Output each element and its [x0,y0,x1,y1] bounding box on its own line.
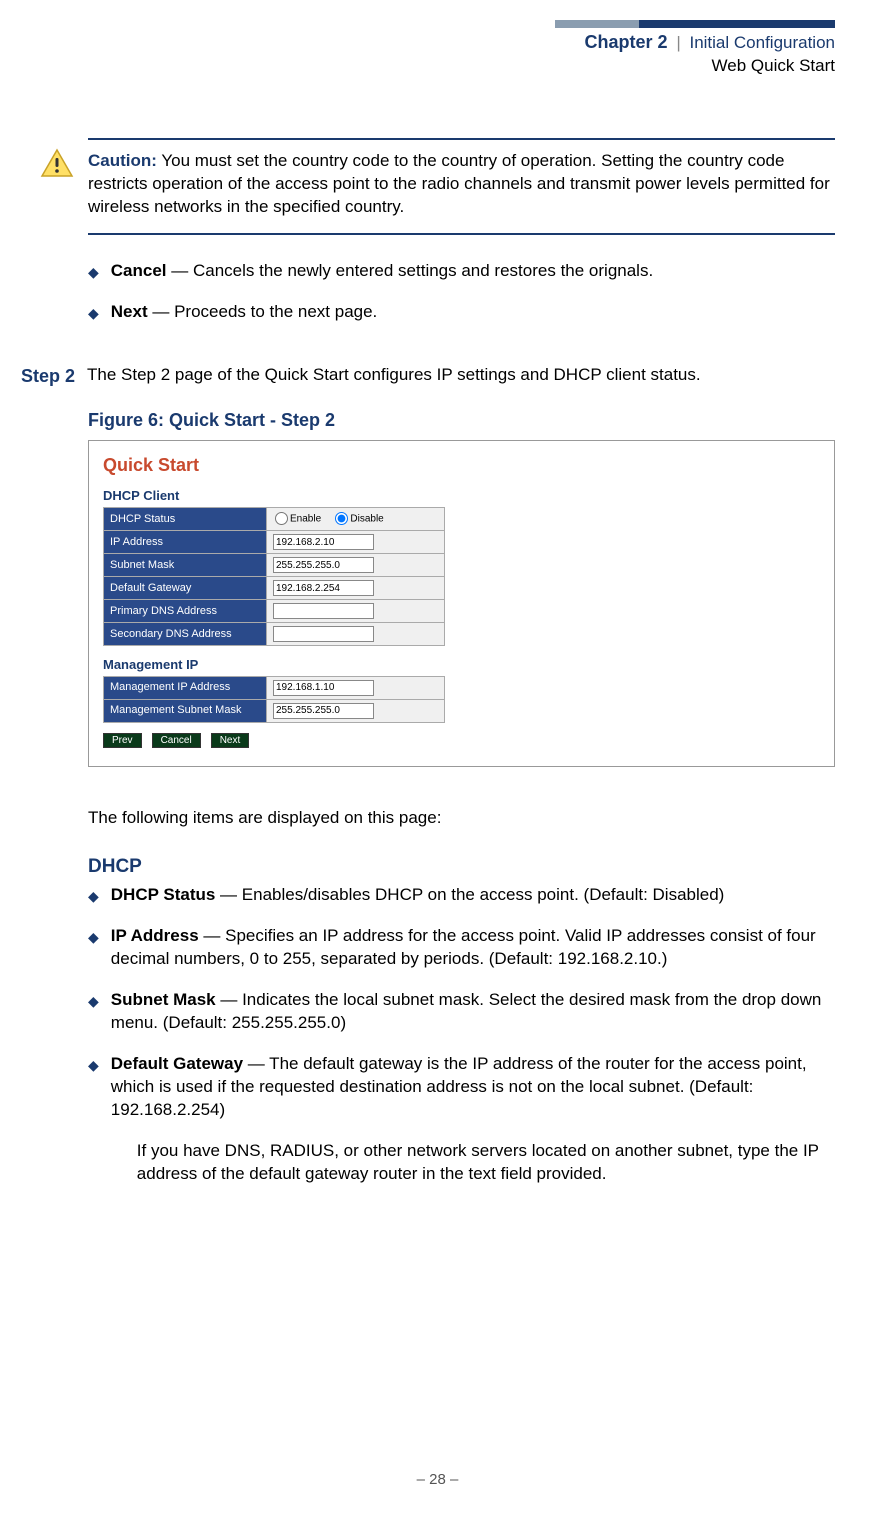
bullet-text: — Specifies an IP address for the access… [111,926,816,968]
default-gateway-input[interactable] [273,580,374,596]
row-value [267,699,445,722]
chapter-separator: | [676,33,680,52]
header-subtitle: Web Quick Start [40,55,835,78]
table-row: IP Address [104,531,445,554]
step-label: Step 2 [5,364,87,388]
gateway-extra-text: If you have DNS, RADIUS, or other networ… [137,1140,835,1186]
chapter-prefix: Chapter 2 [585,32,668,52]
mgmt-subnet-input[interactable] [273,703,374,719]
table-row: Default Gateway [104,577,445,600]
quick-start-title: Quick Start [103,453,820,477]
row-value [267,623,445,646]
row-value [267,600,445,623]
table-row: Management Subnet Mask [104,699,445,722]
prev-button[interactable]: Prev [103,733,142,748]
secondary-dns-input[interactable] [273,626,374,642]
intro-line: The following items are displayed on thi… [88,807,835,830]
warning-icon [40,148,74,178]
list-item: ◆ Subnet Mask — Indicates the local subn… [88,989,835,1035]
row-label: DHCP Status [104,508,267,531]
row-label: Secondary DNS Address [104,623,267,646]
caution-text: You must set the country code to the cou… [88,151,830,216]
diamond-icon: ◆ [88,304,99,323]
figure-caption: Figure 6: Quick Start - Step 2 [88,408,835,432]
bullet-text: — Proceeds to the next page. [148,302,378,321]
dhcp-description-list: ◆ DHCP Status — Enables/disables DHCP on… [88,884,835,1185]
dhcp-client-heading: DHCP Client [103,487,820,505]
cancel-button[interactable]: Cancel [152,733,201,748]
row-label: Management Subnet Mask [104,699,267,722]
table-row: DHCP Status Enable Disable [104,508,445,531]
chapter-line: Chapter 2 | Initial Configuration [40,30,835,55]
list-item: ◆ Next — Proceeds to the next page. [88,301,835,324]
row-value [267,577,445,600]
step-row: Step 2 The Step 2 page of the Quick Star… [40,364,835,388]
list-item: ◆ DHCP Status — Enables/disables DHCP on… [88,884,835,907]
row-label: Primary DNS Address [104,600,267,623]
dhcp-heading: DHCP [88,854,835,880]
diamond-icon: ◆ [88,992,99,1011]
radio-label: Disable [350,513,383,524]
table-row: Management IP Address [104,676,445,699]
dhcp-disable-radio[interactable] [335,512,348,525]
subnet-mask-input[interactable] [273,557,374,573]
row-label: Management IP Address [104,676,267,699]
bullet-bold: IP Address [111,926,199,945]
table-row: Subnet Mask [104,554,445,577]
row-value [267,531,445,554]
caution-label: Caution: [88,151,157,170]
mgmt-ip-input[interactable] [273,680,374,696]
row-value [267,554,445,577]
page-header: Chapter 2 | Initial Configuration Web Qu… [40,20,835,78]
cancel-next-list: ◆ Cancel — Cancels the newly entered set… [88,260,835,324]
table-row: Primary DNS Address [104,600,445,623]
bullet-bold: Default Gateway [111,1054,243,1073]
bullet-text: — Cancels the newly entered settings and… [167,261,654,280]
diamond-icon: ◆ [88,887,99,906]
row-value [267,676,445,699]
bullet-text: — Enables/disables DHCP on the access po… [215,885,724,904]
row-label: IP Address [104,531,267,554]
ip-address-input[interactable] [273,534,374,550]
figure-box: Quick Start DHCP Client DHCP Status Enab… [88,440,835,766]
bullet-bold: Next [111,302,148,321]
bullet-bold: DHCP Status [111,885,216,904]
bullet-text: — Indicates the local subnet mask. Selec… [111,990,822,1032]
management-ip-heading: Management IP [103,656,820,674]
table-row: Secondary DNS Address [104,623,445,646]
next-button[interactable]: Next [211,733,250,748]
dhcp-client-table: DHCP Status Enable Disable IP Address Su… [103,507,445,646]
step-text: The Step 2 page of the Quick Start confi… [87,364,701,387]
radio-label: Enable [290,513,321,524]
row-label: Default Gateway [104,577,267,600]
chapter-name: Initial Configuration [689,33,835,52]
bullet-bold: Cancel [111,261,167,280]
caution-block: Caution: You must set the country code t… [88,138,835,235]
diamond-icon: ◆ [88,928,99,947]
button-row: Prev Cancel Next [103,733,820,748]
dhcp-enable-radio[interactable] [275,512,288,525]
diamond-icon: ◆ [88,263,99,282]
primary-dns-input[interactable] [273,603,374,619]
bullet-bold: Subnet Mask [111,990,216,1009]
row-label: Subnet Mask [104,554,267,577]
diamond-icon: ◆ [88,1056,99,1075]
management-ip-table: Management IP Address Management Subnet … [103,676,445,723]
header-decor [555,20,835,28]
list-item: ◆ Default Gateway — The default gateway … [88,1053,835,1186]
page-footer: – 28 – [0,1470,875,1490]
list-item: ◆ IP Address — Specifies an IP address f… [88,925,835,971]
list-item: ◆ Cancel — Cancels the newly entered set… [88,260,835,283]
row-value: Enable Disable [267,508,445,531]
